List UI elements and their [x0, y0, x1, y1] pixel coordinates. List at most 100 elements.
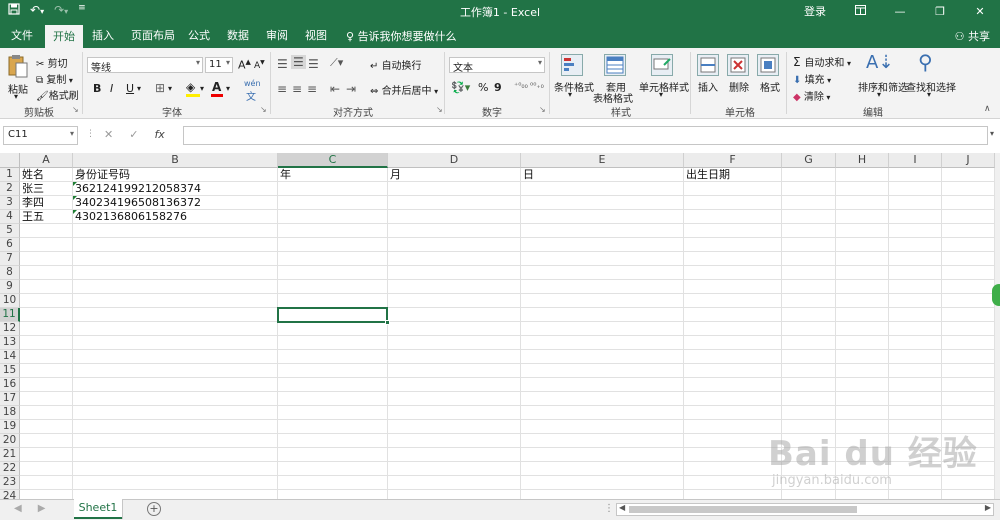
cell-b2[interactable]: 362124199212058374 [73, 182, 278, 196]
column-header-i[interactable]: I [889, 153, 942, 168]
conditional-formatting-button[interactable]: 条件格式 [554, 79, 594, 94]
restore-button[interactable]: ❐ [920, 5, 960, 18]
login-button[interactable]: 登录 [790, 3, 840, 19]
wrap-text-button[interactable]: ↵ 自动换行 [370, 57, 422, 72]
minimize-button[interactable]: — [880, 5, 920, 18]
row-header-19[interactable]: 19 [0, 420, 20, 434]
cell-styles-button[interactable]: 单元格样式 [639, 79, 689, 94]
formula-input[interactable] [183, 126, 988, 145]
italic-button[interactable]: I [110, 82, 113, 95]
border-icon[interactable]: ⊞ [155, 81, 165, 95]
row-header-3[interactable]: 3 [0, 196, 20, 210]
row-header-23[interactable]: 23 [0, 476, 20, 490]
sheet-tab-sheet1[interactable]: Sheet1 [74, 499, 122, 519]
align-center-icon[interactable]: ≡ [292, 82, 302, 96]
column-header-h[interactable]: H [836, 153, 889, 168]
close-button[interactable]: ✕ [960, 5, 1000, 18]
clear-button[interactable]: ◆ 清除 ▾ [793, 88, 830, 103]
clipboard-launcher-icon[interactable]: ↘ [72, 105, 79, 114]
cell-e1[interactable]: 日 [521, 168, 684, 182]
align-left-icon[interactable]: ≡ [277, 82, 287, 96]
cond-dropdown-icon[interactable]: ▾ [568, 90, 572, 99]
cell-styles-icon[interactable] [651, 54, 673, 76]
row-header-7[interactable]: 7 [0, 252, 20, 266]
column-header-f[interactable]: F [684, 153, 782, 168]
delete-cells-button[interactable]: 删除 [729, 79, 749, 94]
active-cell-selection[interactable] [277, 307, 390, 325]
fill-button[interactable]: ⬇ 填充 ▾ [793, 71, 831, 86]
conditional-formatting-icon[interactable] [561, 54, 583, 76]
row-header-1[interactable]: 1 [0, 168, 20, 182]
cell-b3[interactable]: 340234196508136372 [73, 196, 278, 210]
collapse-ribbon-icon[interactable]: ∧ [984, 104, 991, 114]
row-header-22[interactable]: 22 [0, 462, 20, 476]
delete-cells-icon[interactable] [727, 54, 749, 76]
cancel-icon[interactable]: ✕ [104, 128, 113, 141]
row-header-24[interactable]: 24 [0, 490, 20, 499]
floating-assistant-icon[interactable] [992, 284, 1000, 306]
number-launcher-icon[interactable]: ↘ [539, 105, 546, 114]
enter-icon[interactable]: ✓ [129, 128, 138, 141]
paste-icon[interactable] [8, 54, 28, 81]
tab-home[interactable]: 开始 [45, 25, 83, 48]
bold-button[interactable]: B [93, 82, 101, 95]
insert-function-icon[interactable]: fx [154, 128, 164, 141]
row-header-18[interactable]: 18 [0, 406, 20, 420]
phonetic-button[interactable]: wén [244, 79, 261, 88]
cut-button[interactable]: ✂ 剪切 [36, 55, 68, 70]
cell-a1[interactable]: 姓名 [20, 168, 73, 182]
tab-page-layout[interactable]: 页面布局 [131, 27, 175, 43]
sort-filter-icon[interactable]: A⇣ [866, 52, 893, 73]
row-header-14[interactable]: 14 [0, 350, 20, 364]
alignment-launcher-icon[interactable]: ↘ [436, 105, 443, 114]
insert-cells-button[interactable]: 插入 [698, 79, 718, 94]
row-header-16[interactable]: 16 [0, 378, 20, 392]
decrease-decimal-icon[interactable]: ⁰⁰₊₀ [530, 81, 544, 90]
row-header-15[interactable]: 15 [0, 364, 20, 378]
merge-center-button[interactable]: ⇔ 合并后居中 ▾ [370, 82, 438, 97]
row-header-17[interactable]: 17 [0, 392, 20, 406]
select-all-corner[interactable] [0, 153, 20, 168]
column-header-e[interactable]: E [521, 153, 684, 168]
row-header-5[interactable]: 5 [0, 224, 20, 238]
tab-view[interactable]: 视图 [305, 27, 327, 43]
cell-a4[interactable]: 王五 [20, 210, 73, 224]
scroll-right-icon[interactable]: ▶ [985, 503, 991, 512]
row-header-11[interactable]: 11 [0, 308, 20, 322]
row-header-20[interactable]: 20 [0, 434, 20, 448]
row-header-12[interactable]: 12 [0, 322, 20, 336]
autosum-button[interactable]: Σ 自动求和 ▾ [793, 54, 851, 69]
orientation-icon[interactable]: ⟋▾ [330, 56, 343, 70]
expand-formula-icon[interactable]: ▾ [990, 129, 994, 138]
cell-d1[interactable]: 月 [388, 168, 521, 182]
shrink-font-button[interactable]: A▼ [254, 59, 265, 71]
align-middle-icon[interactable]: ☰ [291, 55, 306, 69]
align-right-icon[interactable]: ≡ [307, 82, 317, 96]
cell-c1[interactable]: 年 [278, 168, 388, 182]
fill-handle[interactable] [385, 320, 390, 325]
tell-me-box[interactable]: ♀ 告诉我你想要做什么 [346, 28, 457, 44]
format-as-table-icon[interactable] [604, 54, 626, 76]
cell-b1[interactable]: 身份证号码 [73, 168, 278, 182]
column-header-d[interactable]: D [388, 153, 521, 168]
font-name-dropdown[interactable]: 等线 ▾ [87, 57, 203, 74]
format-painter-button[interactable]: 🖌格式刷 [36, 87, 79, 102]
row-header-4[interactable]: 4 [0, 210, 20, 224]
border-dropdown-icon[interactable]: ▾ [168, 84, 172, 93]
scroll-thumb[interactable] [629, 506, 857, 513]
decrease-indent-icon[interactable]: ⇤ [330, 82, 340, 96]
font-launcher-icon[interactable]: ↘ [260, 105, 267, 114]
cell-styles-dropdown-icon[interactable]: ▾ [659, 90, 663, 99]
horizontal-scrollbar[interactable]: ◀ ▶ [616, 503, 994, 516]
increase-decimal-icon[interactable]: ⁺⁰₀₀ [514, 81, 528, 90]
number-as-text-indicator[interactable] [73, 196, 77, 200]
increase-indent-icon[interactable]: ⇥ [346, 82, 356, 96]
tab-review[interactable]: 审阅 [266, 27, 288, 43]
cell-a2[interactable]: 张三 [20, 182, 73, 196]
tab-data[interactable]: 数据 [227, 27, 249, 43]
name-box[interactable]: C11 ▾ [3, 126, 78, 145]
format-cells-icon[interactable] [757, 54, 779, 76]
tab-formulas[interactable]: 公式 [188, 27, 210, 43]
scroll-left-icon[interactable]: ◀ [619, 503, 625, 512]
row-header-8[interactable]: 8 [0, 266, 20, 280]
